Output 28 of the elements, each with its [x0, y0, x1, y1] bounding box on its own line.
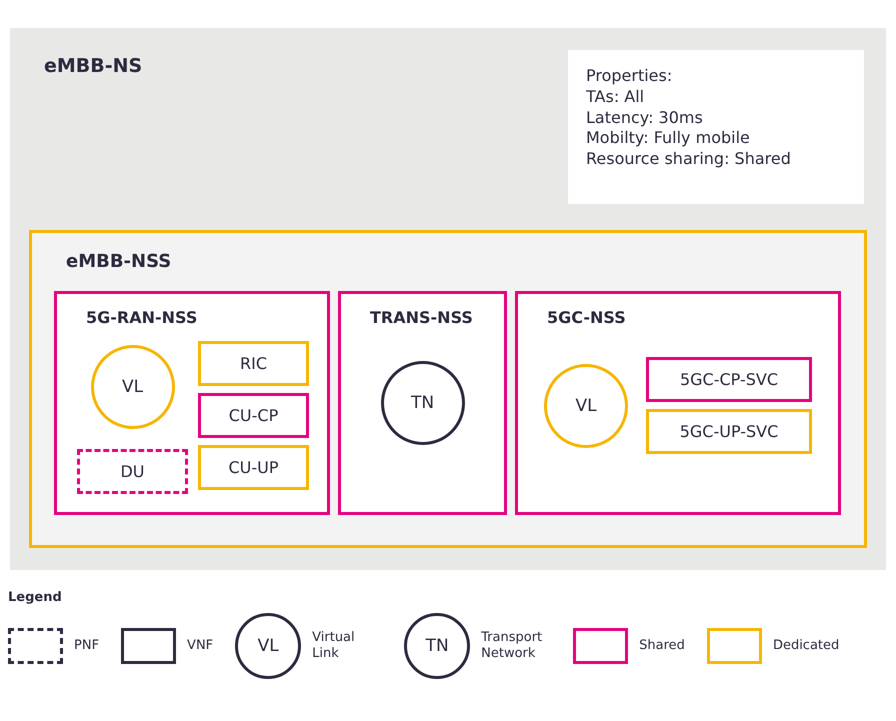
vnf-box: 5GC-CP-SVC	[646, 357, 812, 402]
legend-label: Dedicated	[772, 638, 840, 654]
subnet-title: 5G-RAN-NSS	[86, 308, 198, 327]
property-text: Latency: 30ms	[586, 108, 704, 128]
vnf-box: RIC	[198, 341, 309, 386]
pnf-box: DU	[77, 449, 188, 494]
property-text: Resource sharing: Shared	[586, 149, 792, 170]
link-symbol-circle: TN	[404, 613, 470, 679]
legend-label: Shared	[639, 638, 685, 654]
subnet-title: TRANS-NSS	[370, 308, 474, 327]
virtual-link-circle: VL	[544, 364, 628, 448]
virtual-link-circle: TN	[380, 361, 464, 445]
legend-label: Virtual Link	[312, 630, 356, 662]
vnf-box: CU-CP	[198, 393, 309, 438]
vnf-box: CU-UP	[198, 445, 309, 490]
legend-label: VNF	[187, 638, 214, 654]
legend-label: Transport Network	[481, 630, 544, 662]
legend-label: PNF	[74, 638, 100, 654]
property-text: Properties:	[586, 66, 674, 87]
link-symbol-circle: VL	[235, 613, 302, 679]
slice-title: eMBB-NS	[44, 55, 142, 77]
vnf-box: 5GC-UP-SVC	[646, 409, 812, 454]
property-text: TAs: All	[586, 86, 646, 108]
property-text: Mobilty: Fully mobile	[586, 128, 751, 150]
legend-title: Legend	[8, 590, 63, 605]
virtual-link-circle: VL	[90, 345, 174, 429]
subnet-title: 5GC-NSS	[547, 308, 627, 327]
subnet-slice-title: eMBB-NSS	[66, 251, 172, 272]
